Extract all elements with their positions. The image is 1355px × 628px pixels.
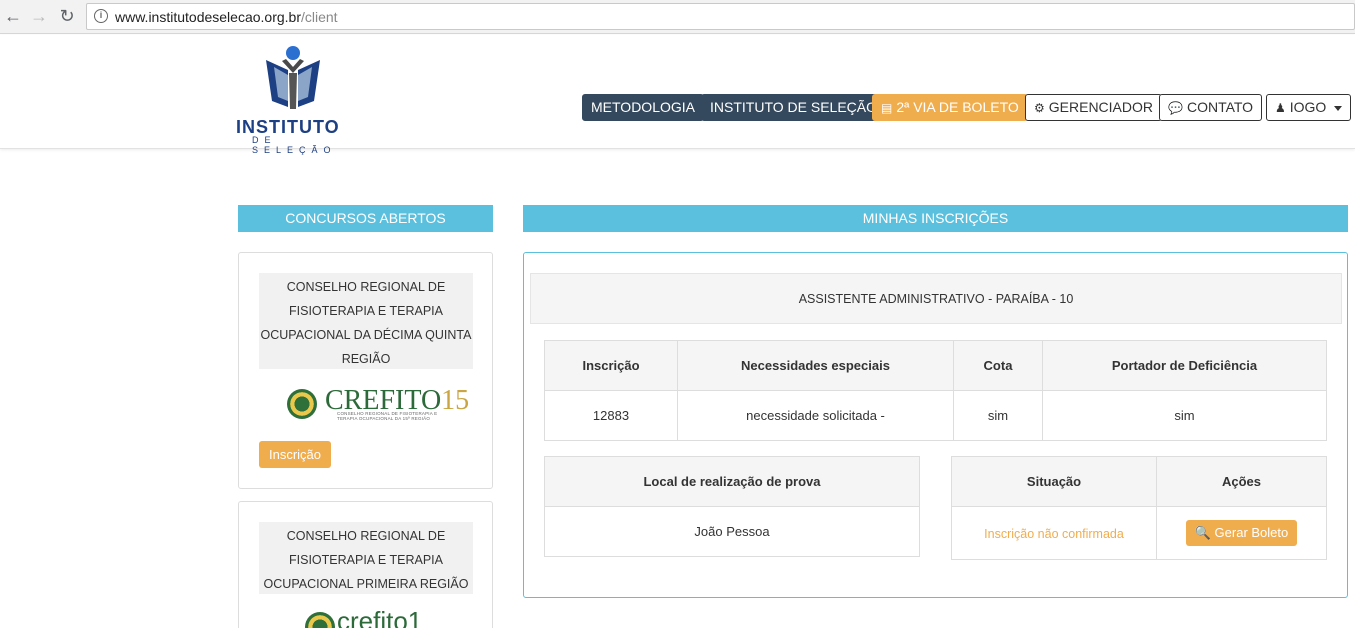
cell-deficiencia: sim bbox=[1042, 390, 1327, 441]
site-header: INSTITUTO DE SELEÇÃO METODOLOGIA INSTITU… bbox=[0, 35, 1355, 155]
status-text: Inscrição não confirmada bbox=[984, 526, 1124, 541]
job-title: ASSISTENTE ADMINISTRATIVO - PARAÍBA - 10 bbox=[530, 273, 1342, 324]
table-row: João Pessoa bbox=[544, 506, 920, 557]
th-local: Local de realização de prova bbox=[544, 456, 920, 507]
nav-gerenciador-label: GERENCIADOR bbox=[1048, 99, 1153, 115]
cell-inscricao: 12883 bbox=[544, 390, 678, 441]
cell-necessidades: necessidade solicitada - bbox=[677, 390, 954, 441]
concursos-heading: CONCURSOS ABERTOS bbox=[238, 205, 493, 232]
nav-contato[interactable]: 💬 CONTATO bbox=[1159, 94, 1263, 121]
table-row: 12883 necessidade solicitada - sim sim bbox=[544, 390, 1327, 441]
barcode-icon: ▤ bbox=[881, 101, 893, 115]
url-text: www.institutodeselecao.org.br/client bbox=[115, 9, 338, 25]
caret-down-icon bbox=[1334, 105, 1343, 111]
user-name: IOGO bbox=[1289, 99, 1327, 115]
inscricao-table: Inscrição Necessidades especiais Cota Po… bbox=[544, 340, 1327, 441]
inscricao-button[interactable]: Inscrição bbox=[259, 441, 331, 468]
user-menu[interactable]: ♟ IOGO bbox=[1266, 94, 1352, 121]
nav-instituto[interactable]: INSTITUTO DE SELEÇÃO bbox=[701, 94, 886, 121]
concurso-card: CONSELHO REGIONAL DE FISIOTERAPIA E TERA… bbox=[238, 501, 493, 628]
back-arrow-icon[interactable]: ← bbox=[2, 5, 24, 27]
site-logo[interactable]: INSTITUTO DE SELEÇÃO bbox=[236, 45, 351, 155]
browser-toolbar: ← → ↻ i www.institutodeselecao.org.br/cl… bbox=[0, 0, 1355, 34]
reload-icon[interactable]: ↻ bbox=[56, 5, 78, 27]
gerar-boleto-label: Gerar Boleto bbox=[1214, 525, 1289, 540]
crefito15-subtitle: CONSELHO REGIONAL DE FISIOTERAPIA E TERA… bbox=[337, 411, 438, 421]
cell-situacao: Inscrição não confirmada bbox=[951, 506, 1157, 560]
card-title: CONSELHO REGIONAL DE FISIOTERAPIA E TERA… bbox=[259, 273, 473, 369]
nav-metodologia[interactable]: METODOLOGIA bbox=[582, 94, 704, 121]
crefito1-logo: crefito1 bbox=[337, 606, 423, 628]
brazil-seal-icon bbox=[305, 612, 335, 628]
nav-boleto-label: 2ª VIA DE BOLETO bbox=[896, 99, 1019, 115]
th-deficiencia: Portador de Deficiência bbox=[1042, 340, 1327, 391]
cell-local: João Pessoa bbox=[544, 506, 920, 557]
search-icon: 🔍 bbox=[1194, 525, 1211, 540]
th-necessidades: Necessidades especiais bbox=[677, 340, 954, 391]
th-inscricao: Inscrição bbox=[544, 340, 678, 391]
card-title: CONSELHO REGIONAL DE FISIOTERAPIA E TERA… bbox=[259, 522, 473, 594]
inscricoes-heading: MINHAS INSCRIÇÕES bbox=[523, 205, 1348, 232]
concurso-card: CONSELHO REGIONAL DE FISIOTERAPIA E TERA… bbox=[238, 252, 493, 489]
info-icon[interactable]: i bbox=[94, 9, 108, 23]
chat-icon: 💬 bbox=[1168, 101, 1183, 115]
user-icon: ♟ bbox=[1275, 101, 1286, 115]
nav-contato-label: CONTATO bbox=[1186, 99, 1254, 115]
th-situacao: Situação bbox=[951, 456, 1157, 507]
th-acoes: Ações bbox=[1156, 456, 1327, 507]
inscricao-panel: ASSISTENTE ADMINISTRATIVO - PARAÍBA - 10… bbox=[523, 252, 1348, 598]
local-table: Local de realização de prova João Pessoa bbox=[544, 456, 920, 557]
cell-cota: sim bbox=[953, 390, 1043, 441]
logo-graphic bbox=[266, 46, 320, 109]
brazil-seal-icon bbox=[287, 389, 317, 419]
nav-gerenciador[interactable]: ⚙ GERENCIADOR bbox=[1025, 94, 1162, 121]
logo-subtitle: DE SELEÇÃO bbox=[252, 135, 337, 155]
gerar-boleto-button[interactable]: 🔍 Gerar Boleto bbox=[1185, 520, 1298, 546]
table-row: Inscrição não confirmada 🔍 Gerar Boleto bbox=[951, 506, 1327, 560]
cell-acoes: 🔍 Gerar Boleto bbox=[1156, 506, 1327, 560]
gears-icon: ⚙ bbox=[1034, 101, 1045, 115]
address-bar[interactable]: i www.institutodeselecao.org.br/client bbox=[86, 3, 1355, 30]
forward-arrow-icon[interactable]: → bbox=[28, 5, 50, 27]
situacao-table: Situação Ações Inscrição não confirmada … bbox=[951, 456, 1327, 560]
th-cota: Cota bbox=[953, 340, 1043, 391]
nav-boleto[interactable]: ▤ 2ª VIA DE BOLETO bbox=[872, 94, 1028, 121]
